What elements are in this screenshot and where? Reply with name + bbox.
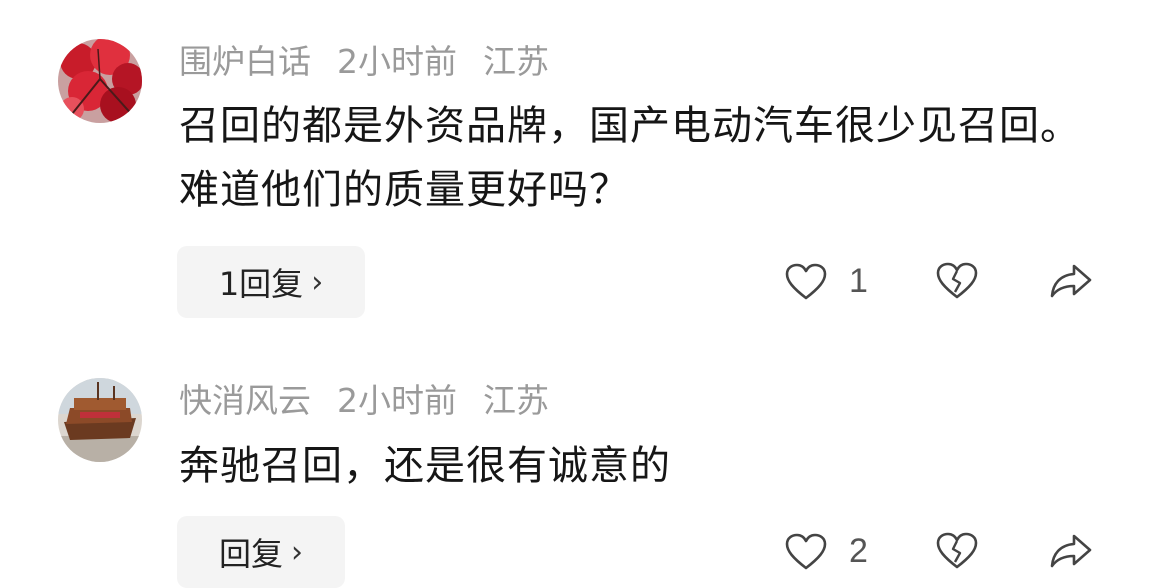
- avatar[interactable]: [58, 378, 142, 462]
- location: 江苏: [483, 381, 549, 420]
- comment-text[interactable]: 召回的都是外资品牌，国产电动汽车很少见召回。难道他们的质量更好吗？: [179, 94, 1119, 222]
- timestamp: 2小时前: [337, 381, 457, 420]
- comment-item: 快消风云 2小时前 江苏 奔驰召回，还是很有诚意的 回复 › 2: [0, 340, 1151, 588]
- like-button[interactable]: 2: [785, 532, 868, 571]
- dislike-button[interactable]: [936, 262, 978, 300]
- heart-icon: [785, 263, 827, 299]
- dislike-button[interactable]: [936, 532, 978, 570]
- red-maple-leaves-avatar: [58, 39, 142, 123]
- share-arrow-icon: [1050, 534, 1092, 568]
- comment-item: 围炉白话 2小时前 江苏 召回的都是外资品牌，国产电动汽车很少见召回。难道他们的质量…: [0, 0, 1151, 340]
- avatar[interactable]: [58, 39, 142, 123]
- like-count: 2: [849, 532, 868, 570]
- comment-text[interactable]: 奔驰召回，还是很有诚意的: [179, 434, 1119, 498]
- broken-heart-icon: [936, 262, 978, 299]
- location: 江苏: [483, 42, 549, 81]
- comment-meta: 围炉白话 2小时前 江苏: [179, 42, 575, 82]
- share-button[interactable]: [1050, 532, 1092, 570]
- wooden-boat-avatar: [58, 378, 142, 462]
- reply-button[interactable]: 1回复 ›: [177, 246, 365, 318]
- broken-heart-icon: [936, 532, 978, 569]
- share-arrow-icon: [1050, 264, 1092, 298]
- share-button[interactable]: [1050, 262, 1092, 300]
- comment-meta: 快消风云 2小时前 江苏: [179, 381, 575, 421]
- like-count: 1: [849, 262, 868, 300]
- like-button[interactable]: 1: [785, 262, 868, 301]
- username[interactable]: 快消风云: [179, 381, 311, 420]
- chevron-right-icon: ›: [291, 534, 303, 570]
- reply-label: 回复: [218, 535, 283, 573]
- chevron-right-icon: ›: [311, 264, 324, 300]
- reply-button[interactable]: 回复 ›: [177, 516, 345, 588]
- timestamp: 2小时前: [337, 42, 457, 81]
- reply-label: 1回复: [218, 265, 304, 303]
- heart-icon: [785, 533, 827, 569]
- username[interactable]: 围炉白话: [179, 42, 311, 81]
